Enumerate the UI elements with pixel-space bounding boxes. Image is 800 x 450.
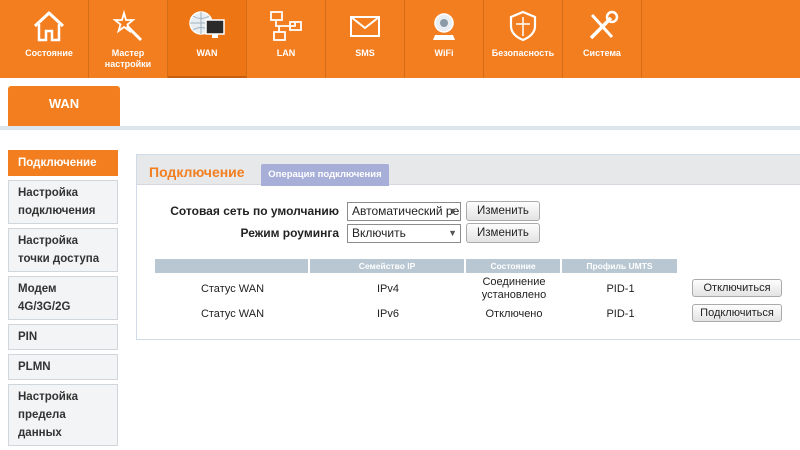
roaming-value: Включить [352, 225, 406, 240]
envelope-icon [345, 8, 385, 44]
row-ip-family: IPv4 [376, 282, 399, 295]
table-header-cell: Профиль UMTS [562, 259, 679, 273]
sidebar-item-pin[interactable]: PIN [8, 324, 118, 350]
table-header-cell: Состояние [466, 259, 562, 273]
row-profile: PID-1 [606, 282, 635, 295]
row-ip-family: IPv6 [376, 307, 399, 320]
row-name: Статус WAN [200, 282, 265, 295]
chevron-down-icon: ▼ [448, 205, 457, 216]
sidebar-item-connection-settings[interactable]: Настройка подключения [8, 180, 118, 224]
connection-panel: Подключение Операция подключения Сотовая… [136, 154, 800, 340]
nav-status[interactable]: Состояние [10, 0, 89, 78]
roaming-select[interactable]: Включить ▼ [347, 223, 461, 243]
panel-header: Подключение Операция подключения [137, 155, 800, 186]
nav-label: WiFi [434, 48, 454, 58]
table-row: Статус WAN IPv6 Отключено PID-1 [155, 303, 679, 325]
row-state: Соединение установлено [481, 276, 547, 301]
change-default-network-button[interactable]: Изменить [466, 201, 540, 221]
nav-label: Безопасность [491, 48, 555, 58]
section-divider [0, 126, 800, 130]
nav-label: LAN [276, 48, 296, 58]
globe-monitor-icon [187, 8, 227, 44]
wifi-router-icon [424, 8, 464, 44]
table-row: Статус WAN IPv4 Соединение установлено P… [155, 275, 679, 303]
default-network-value: Автоматический ре [352, 203, 460, 218]
nav-label: Состояние [25, 48, 73, 58]
default-network-select[interactable]: Автоматический ре ▼ [347, 201, 461, 221]
nav-lan[interactable]: LAN [247, 0, 326, 78]
sidebar: Подключение Настройка подключения Настро… [8, 150, 118, 450]
row-state: Отключено [485, 307, 543, 320]
nav-wizard[interactable]: Мастер настройки [89, 0, 168, 78]
shield-icon [503, 8, 543, 44]
disconnect-ipv4-button[interactable]: Отключиться [692, 279, 782, 297]
tools-icon [582, 8, 622, 44]
sidebar-item-plmn[interactable]: PLMN [8, 354, 118, 380]
sidebar-item-modem[interactable]: Модем 4G/3G/2G [8, 276, 118, 320]
section-tab-wan: WAN [8, 86, 120, 126]
default-network-label: Сотовая сеть по умолчанию [170, 204, 339, 218]
nav-label: SMS [355, 48, 375, 58]
nav-system[interactable]: Система [563, 0, 642, 78]
nav-sms[interactable]: SMS [326, 0, 405, 78]
table-header-cell [155, 259, 310, 273]
wand-icon [108, 8, 148, 44]
nav-label: Мастер настройки [104, 48, 152, 69]
sidebar-item-data-limit[interactable]: Настройка предела данных [8, 384, 118, 446]
roaming-label: Режим роуминга [240, 226, 339, 240]
row-name: Статус WAN [200, 307, 265, 320]
table-header-cell: Семейство IP [310, 259, 466, 273]
change-roaming-button[interactable]: Изменить [466, 223, 540, 243]
wan-status-table: Семейство IP Состояние Профиль UMTS Стат… [155, 259, 679, 325]
connect-ipv6-button[interactable]: Подключиться [692, 304, 782, 322]
sidebar-item-apn-settings[interactable]: Настройка точки доступа [8, 228, 118, 272]
nav-wifi[interactable]: WiFi [405, 0, 484, 78]
default-network-row: Сотовая сеть по умолчанию Автоматический… [137, 201, 540, 221]
home-icon [29, 8, 69, 44]
tab-connection-operation[interactable]: Операция подключения [261, 164, 389, 186]
network-icon [266, 8, 306, 44]
nav-security[interactable]: Безопасность [484, 0, 563, 78]
row-profile: PID-1 [606, 307, 635, 320]
chevron-down-icon: ▼ [448, 227, 457, 238]
nav-label: WAN [196, 48, 218, 58]
nav-label: Система [583, 48, 621, 58]
sidebar-item-connection[interactable]: Подключение [8, 150, 118, 176]
nav-wan[interactable]: WAN [168, 0, 247, 78]
table-header: Семейство IP Состояние Профиль UMTS [155, 259, 679, 273]
panel-title: Подключение [149, 164, 245, 180]
top-navigation: Состояние Мастер настройки WAN LAN SMS W… [0, 0, 800, 78]
roaming-row: Режим роуминга Включить ▼ Изменить [137, 223, 540, 243]
